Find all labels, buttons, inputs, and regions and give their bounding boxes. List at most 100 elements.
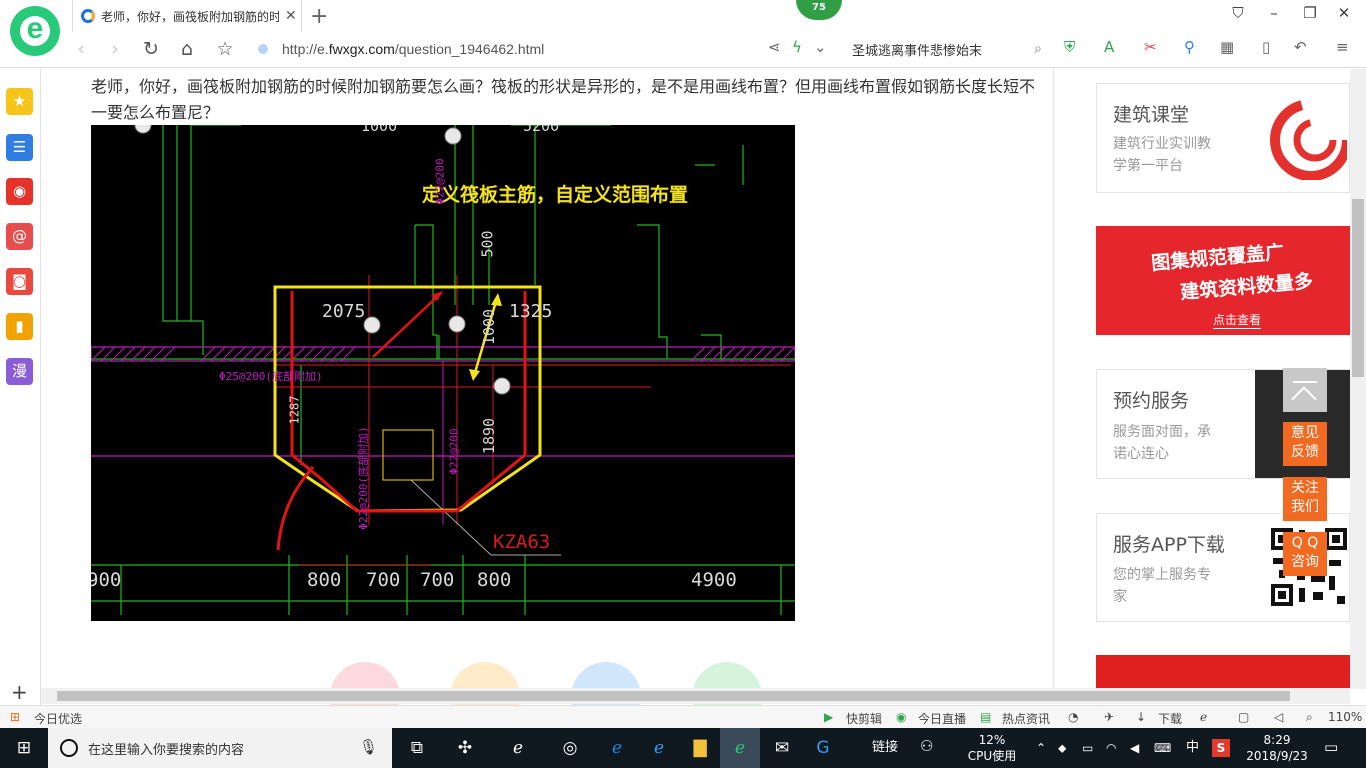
vertical-scrollbar[interactable]: [1350, 69, 1366, 689]
qq-consult-button[interactable]: Q Q 咨询: [1283, 532, 1327, 576]
speed-icon[interactable]: ◔: [1068, 710, 1078, 724]
people-icon[interactable]: ⚇: [920, 738, 933, 754]
wifi-icon[interactable]: ◠: [1106, 740, 1116, 756]
links-toolbar[interactable]: 链接: [872, 740, 898, 756]
search-icon[interactable]: ⌕: [1034, 41, 1042, 57]
taskbar-search-input[interactable]: 在这里输入你要搜索的内容 🎙: [48, 728, 392, 768]
live-link[interactable]: 今日直播: [918, 710, 966, 727]
news-icon[interactable]: ▤: [980, 710, 991, 724]
zoom-icon[interactable]: ⌕: [1306, 710, 1313, 725]
status-bar: ⊞ 今日优选 ▶ 快剪辑 ◉ 今日直播 ▤ 热点资讯 ◔ ✈ ↓ 下载 ℯ ▢ …: [0, 705, 1366, 728]
search-input[interactable]: 圣城逃离事件悲惨始末 ⌕: [846, 36, 1042, 62]
notification-bell-icon[interactable]: ⬥: [1058, 740, 1066, 756]
skin-shirt-icon[interactable]: ⛉: [1224, 4, 1252, 22]
horizontal-scrollbar[interactable]: [41, 688, 1350, 704]
home-icon[interactable]: ⌂: [174, 38, 200, 60]
follow-us-button[interactable]: 关注 我们: [1283, 477, 1327, 521]
game-icon[interactable]: ◙: [6, 268, 33, 295]
pin-icon[interactable]: ✈: [1104, 710, 1114, 724]
chevron-up-icon[interactable]: ⌃: [1036, 740, 1046, 756]
add-sidebar-icon[interactable]: +: [11, 680, 28, 704]
dim-500: 500: [478, 230, 497, 258]
sogou-icon[interactable]: S: [1212, 739, 1230, 757]
zoom-level[interactable]: 110%: [1328, 710, 1362, 724]
forward-icon[interactable]: ›: [102, 38, 128, 60]
news-icon[interactable]: ☰: [6, 134, 33, 161]
tab-title: 老师，你好，画筏板附加钢筋的时候附加钢筋要怎么画？: [101, 9, 279, 24]
undo-icon[interactable]: ↶: [1294, 38, 1307, 56]
star-icon[interactable]: ★: [6, 88, 33, 115]
volume-icon[interactable]: ◁: [1274, 710, 1283, 724]
back-icon[interactable]: ‹: [68, 38, 94, 60]
hot-news-link[interactable]: 热点资讯: [1002, 710, 1050, 727]
comic-icon[interactable]: 漫: [6, 358, 33, 385]
speaker-icon[interactable]: ◀: [1130, 740, 1139, 756]
pinwheel-app-icon[interactable]: ✣: [453, 736, 477, 760]
g-app-icon[interactable]: G: [811, 736, 835, 760]
360-browser-icon[interactable]: ◎: [558, 736, 582, 760]
apps-icon[interactable]: ▦: [1220, 38, 1234, 56]
minimize-icon[interactable]: –: [1260, 4, 1288, 22]
edge-icon[interactable]: ℯ: [605, 736, 629, 760]
card-desc: 服务面对面，承: [1113, 424, 1211, 440]
shield-icon[interactable]: ⛨: [1064, 38, 1075, 56]
download-link[interactable]: 下载: [1158, 710, 1182, 727]
new-tab-button[interactable]: +: [310, 4, 328, 29]
window-icon[interactable]: ▢: [1238, 710, 1249, 724]
favorite-star-icon[interactable]: ☆: [212, 38, 238, 60]
menu-icon[interactable]: ≡: [1336, 38, 1349, 56]
keyboard-icon[interactable]: ⌨: [1154, 740, 1171, 756]
notification-badge[interactable]: 75: [796, 0, 842, 20]
scroll-thumb[interactable]: [1352, 199, 1364, 377]
close-tab-icon[interactable]: ✕: [285, 8, 297, 24]
ime-indicator[interactable]: 中: [1186, 740, 1199, 756]
weibo-icon[interactable]: ◉: [6, 178, 33, 205]
browser-tab[interactable]: 老师，你好，画筏板附加钢筋的时候附加钢筋要怎么画？ ✕: [72, 0, 302, 32]
file-explorer-icon[interactable]: ▇: [688, 736, 712, 760]
refresh-icon[interactable]: ↻: [138, 38, 164, 60]
mail-icon[interactable]: @: [6, 223, 33, 250]
promo-banner-bottom[interactable]: [1096, 655, 1350, 689]
reader-icon[interactable]: ▯: [1262, 38, 1270, 56]
download-arrow-icon[interactable]: ↓: [1136, 710, 1146, 724]
translate-icon[interactable]: A: [1104, 38, 1114, 56]
scroll-thumb[interactable]: [57, 691, 1290, 701]
dim-bottom: 800: [477, 569, 512, 591]
phoenix-logo-icon: [1270, 99, 1347, 180]
microphone-icon[interactable]: 🎙: [359, 738, 378, 756]
battery-icon[interactable]: ▭: [1082, 740, 1093, 756]
magnifier-icon[interactable]: ⚲: [1184, 38, 1195, 56]
task-view-icon[interactable]: ⧉: [405, 736, 429, 760]
ie-icon[interactable]: ℯ: [647, 736, 671, 760]
promo-banner[interactable]: 图集规范覆盖广 建筑资料数量多 点击查看: [1096, 226, 1350, 335]
live-icon[interactable]: ◉: [896, 710, 906, 724]
chevron-down-icon[interactable]: ⌄: [814, 38, 827, 56]
ie-mode-icon[interactable]: ℯ: [1200, 710, 1207, 724]
back-to-top-button[interactable]: [1283, 368, 1327, 412]
column-outline: [382, 429, 434, 481]
dim-1000: 1000: [480, 308, 499, 346]
restore-icon[interactable]: ❐: [1296, 4, 1324, 22]
clip-icon[interactable]: ▶: [824, 710, 833, 724]
gift-icon[interactable]: ⊞: [10, 710, 20, 724]
share-icon[interactable]: ⋖: [768, 38, 781, 56]
close-window-icon[interactable]: ✕: [1330, 4, 1358, 22]
green-browser-icon[interactable]: ℯ: [728, 736, 752, 760]
edge-legacy-icon[interactable]: ℯ: [506, 736, 530, 760]
quick-clip-link[interactable]: 快剪辑: [846, 710, 882, 727]
today-picks-link[interactable]: 今日优选: [34, 710, 82, 727]
feedback-button[interactable]: 意见 反馈: [1283, 422, 1327, 466]
windows-start-icon[interactable]: ⊞: [12, 736, 36, 760]
address-bar[interactable]: http://e.fwxgx.com/question_1946462.html: [258, 36, 758, 62]
banner-link[interactable]: 点击查看: [1213, 311, 1262, 329]
action-center-icon[interactable]: ▭: [1324, 739, 1338, 755]
course-card[interactable]: 建筑课堂 建筑行业实训教 学第一平台: [1096, 83, 1350, 193]
question-text: 老师，你好，画筏板附加钢筋的时候附加钢筋要怎么画？筏板的形状是异形的，是不是用画…: [91, 77, 1036, 122]
cpu-meter[interactable]: 12% CPU使用: [962, 732, 1022, 764]
lightning-icon[interactable]: ϟ: [792, 38, 802, 56]
mail-icon[interactable]: ✉: [770, 736, 794, 760]
scissors-icon[interactable]: ✂: [1144, 38, 1157, 56]
note-icon[interactable]: ▮: [6, 313, 33, 340]
browser-logo-icon[interactable]: e: [10, 6, 60, 56]
clock[interactable]: 8:29 2018/9/23: [1244, 732, 1310, 764]
